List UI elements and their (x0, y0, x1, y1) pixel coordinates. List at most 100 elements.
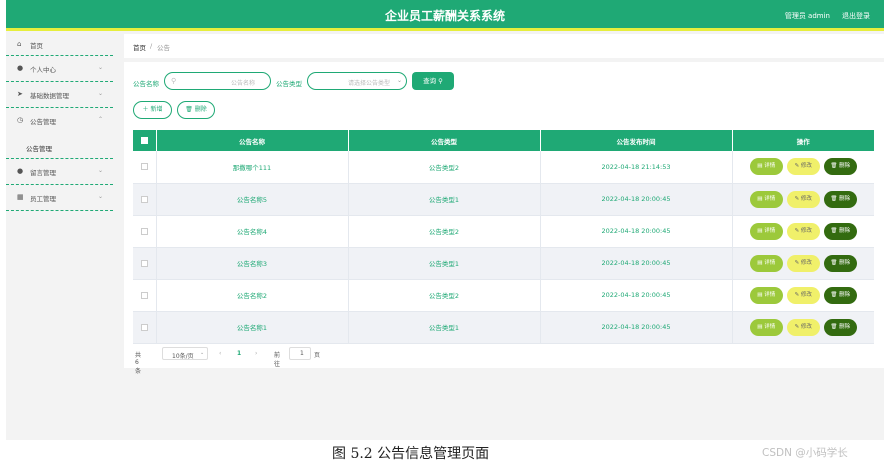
chevron-down-icon: ⌄ (200, 350, 205, 356)
edit-button[interactable]: ✎ 修改 (786, 254, 820, 272)
sidebar-item-home[interactable]: ⌂ 首页 (6, 34, 113, 56)
row-checkbox[interactable] (140, 259, 148, 267)
breadcrumb-home[interactable]: 首页 (133, 42, 146, 52)
delete-label: 删除 (839, 195, 851, 202)
cell-name: 公告名称1 (156, 311, 349, 344)
row-select-cell[interactable] (133, 311, 157, 344)
edit-button[interactable]: ✎ 修改 (786, 222, 820, 240)
sidebar-item-label: 首页 (30, 42, 43, 50)
page-size-select[interactable]: 10条/页 ⌄ (162, 347, 208, 360)
edit-button[interactable]: ✎ 修改 (786, 158, 820, 176)
next-page-button[interactable]: › (255, 350, 257, 357)
edit-button[interactable]: ✎ 修改 (786, 318, 820, 336)
sidebar-item-label: 基础数据管理 (30, 92, 69, 100)
app-title: 企业员工薪酬关系系统 (384, 9, 505, 23)
sidebar-item-basic-data[interactable]: ➤ 基础数据管理 ⌄ (6, 82, 113, 108)
select-all-checkbox[interactable] (140, 137, 148, 144)
cell-actions: ▤ 详情 ✎ 修改 🗑 删除 (732, 247, 874, 280)
edit-button[interactable]: ✎ 修改 (786, 190, 820, 208)
page-unit-label: 页 (314, 352, 321, 359)
delete-label: 删除 (839, 227, 851, 234)
row-checkbox[interactable] (140, 195, 148, 203)
sidebar-item-profile[interactable]: ● 个人中心 ⌄ (6, 56, 113, 82)
edit-label: 修改 (800, 163, 812, 170)
header-actions: 操作 (796, 137, 810, 146)
user-icon: ● (17, 64, 24, 72)
detail-label: 详情 (764, 291, 776, 298)
table-body: 那撒哪个111 公告类型2 2022-04-18 21:14:53 ▤ 详情 ✎ 修改 🗑… (133, 151, 874, 344)
row-select-cell[interactable] (133, 279, 157, 312)
sidebar-item-label: 留言管理 (30, 169, 56, 177)
detail-label: 详情 (764, 323, 776, 330)
trash-icon: 🗑 (830, 163, 840, 170)
cell-name: 公告名称4 (156, 215, 349, 248)
figure-caption: 图 5.2 公告信息管理页面 (332, 446, 490, 462)
chevron-down-icon: ⌄ (397, 77, 403, 84)
edit-button[interactable]: ✎ 修改 (786, 286, 820, 304)
table-row: 公告名称2 公告类型2 2022-04-18 20:00:45 ▤ 详情 ✎ 修改 🗑 删… (133, 279, 874, 312)
detail-label: 详情 (764, 227, 776, 234)
detail-button[interactable]: ▤ 详情 (749, 254, 783, 272)
cell-type: 公告类型1 (348, 311, 541, 344)
prev-page-button[interactable]: ‹ (219, 350, 221, 357)
delete-row-button[interactable]: 🗑 删除 (823, 158, 857, 176)
detail-label: 详情 (764, 163, 776, 170)
trash-icon: 🗑 (830, 291, 840, 298)
detail-label: 详情 (764, 259, 776, 266)
app-window: 企业员工薪酬关系系统 管理员 admin 退出登录 ⌂ 首页 ● 个人中心 ⌄ … (6, 0, 884, 440)
goto-label: 前往 (274, 352, 281, 368)
delete-row-button[interactable]: 🗑 删除 (823, 222, 857, 240)
row-checkbox[interactable] (140, 163, 148, 171)
add-button[interactable]: ＋ 新增 (133, 101, 172, 119)
sidebar-item-messages[interactable]: ● 留言管理 ⌄ (6, 159, 113, 185)
table-row: 公告名称1 公告类型1 2022-04-18 20:00:45 ▤ 详情 ✎ 修改 🗑 删… (133, 311, 874, 344)
trash-icon: 🗑 (830, 227, 840, 234)
delete-row-button[interactable]: 🗑 删除 (823, 286, 857, 304)
delete-row-button[interactable]: 🗑 删除 (823, 318, 857, 336)
row-select-cell[interactable] (133, 183, 157, 216)
query-button[interactable]: 查询 ⚲ (412, 72, 454, 90)
goto-page-input[interactable]: 1 (289, 347, 311, 360)
user-icon: ● (17, 167, 24, 175)
row-select-cell[interactable] (133, 151, 157, 184)
notice-name-input[interactable]: ⚲ 公告名称 (164, 72, 271, 90)
cell-time: 2022-04-18 20:00:45 (540, 247, 733, 280)
detail-button[interactable]: ▤ 详情 (749, 318, 783, 336)
grid-icon: ▦ (17, 193, 24, 201)
delete-row-button[interactable]: 🗑 删除 (823, 190, 857, 208)
detail-button[interactable]: ▤ 详情 (749, 190, 783, 208)
cell-name: 公告名称5 (156, 183, 349, 216)
delete-row-button[interactable]: 🗑 删除 (823, 254, 857, 272)
row-select-cell[interactable] (133, 247, 157, 280)
detail-button[interactable]: ▤ 详情 (749, 286, 783, 304)
trash-icon: 🗑 (830, 259, 840, 266)
edit-label: 修改 (800, 227, 812, 234)
row-checkbox[interactable] (140, 291, 148, 299)
cell-time: 2022-04-18 20:00:45 (540, 311, 733, 344)
select-all-cell[interactable] (133, 130, 157, 151)
delete-button[interactable]: 🗑 删除 (177, 101, 215, 119)
page-size-value: 10条/页 (172, 353, 194, 360)
sidebar-item-label: 公告管理 (30, 118, 56, 126)
cell-type: 公告类型2 (348, 279, 541, 312)
row-checkbox[interactable] (140, 323, 148, 331)
edit-label: 修改 (800, 195, 812, 202)
notice-type-select[interactable]: 请选择公告类型 ⌄ (307, 72, 407, 90)
row-select-cell[interactable] (133, 215, 157, 248)
sidebar-item-employees[interactable]: ▦ 员工管理 ⌄ (6, 185, 113, 211)
cell-type: 公告类型2 (348, 151, 541, 184)
cell-time: 2022-04-18 21:14:53 (540, 151, 733, 184)
current-page[interactable]: 1 (237, 350, 241, 357)
search-icon: ⚲ (438, 77, 443, 85)
logout-link[interactable]: 退出登录 (842, 11, 870, 21)
detail-button[interactable]: ▤ 详情 (749, 158, 783, 176)
row-checkbox[interactable] (140, 227, 148, 235)
cell-type: 公告类型1 (348, 183, 541, 216)
sidebar-item-notice[interactable]: ◷ 公告管理 ⌃ (6, 108, 113, 134)
table-header-row: 公告名称 公告类型 公告发布时间 操作 (133, 130, 874, 151)
sidebar-subitem-label: 公告管理 (26, 145, 52, 153)
detail-button[interactable]: ▤ 详情 (749, 222, 783, 240)
cell-type: 公告类型1 (348, 247, 541, 280)
sidebar-subitem-notice[interactable]: 公告管理 (6, 134, 113, 159)
table-row: 公告名称5 公告类型1 2022-04-18 20:00:45 ▤ 详情 ✎ 修改 🗑 删… (133, 183, 874, 216)
